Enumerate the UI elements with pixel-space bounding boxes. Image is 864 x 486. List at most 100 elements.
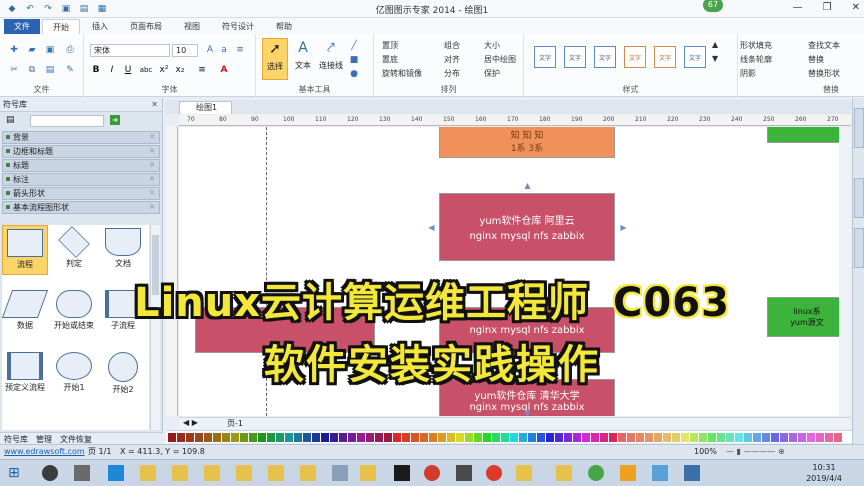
page-tab[interactable]: 页-1 [227, 418, 243, 429]
underline-button[interactable]: U [122, 64, 134, 76]
paste-icon[interactable]: ▤ [44, 64, 56, 76]
italic-button[interactable]: I [106, 64, 118, 76]
color-swatch[interactable] [213, 433, 221, 442]
color-swatch[interactable] [321, 433, 329, 442]
connector-tool-button[interactable]: ⤤ 连接线 [316, 38, 346, 80]
color-swatch[interactable] [492, 433, 500, 442]
color-swatch[interactable] [375, 433, 383, 442]
strikethrough-button[interactable]: abc [138, 64, 154, 76]
color-swatch[interactable] [546, 433, 554, 442]
select-tool-button[interactable]: ➚ 选择 [262, 38, 288, 80]
connection-handle-right[interactable]: ▶ [619, 223, 628, 232]
close-icon[interactable]: ✕ [149, 160, 155, 171]
color-swatch[interactable] [798, 433, 806, 442]
right-dock-tab-3[interactable] [854, 228, 864, 268]
folder4-icon[interactable] [236, 465, 252, 481]
color-swatch[interactable] [294, 433, 302, 442]
category-basic-flowchart[interactable]: 基本流程图形状 ✕ [2, 201, 160, 214]
shape-start-end[interactable]: 开始或结束 [51, 287, 97, 337]
tab-view[interactable]: 视图 [174, 19, 210, 34]
color-swatch[interactable] [438, 433, 446, 442]
search-icon[interactable] [42, 465, 58, 481]
color-swatch[interactable] [600, 433, 608, 442]
rotate-mirror-button[interactable]: 旋转和镜像 [382, 68, 422, 79]
color-swatch[interactable] [249, 433, 257, 442]
folder5-icon[interactable] [268, 465, 284, 481]
app-icon-green[interactable] [588, 465, 604, 481]
color-swatch[interactable] [204, 433, 212, 442]
color-swatch[interactable] [663, 433, 671, 442]
color-swatch[interactable] [339, 433, 347, 442]
font-color-button[interactable]: A [218, 64, 230, 76]
shape-start2[interactable]: 开始2 [100, 349, 146, 399]
color-swatch[interactable] [267, 433, 275, 442]
shape-fill-button[interactable]: 形状填充 [740, 40, 772, 51]
font-size-select[interactable]: 10 [172, 44, 198, 57]
color-swatch[interactable] [519, 433, 527, 442]
color-swatch[interactable] [771, 433, 779, 442]
line-outline-button[interactable]: 线条轮廓 [740, 54, 772, 65]
shape-decision[interactable]: 判定 [51, 225, 97, 275]
copy-icon[interactable]: ⧉ [26, 64, 38, 76]
diagram-box-right[interactable]: linux系 yum源文 [767, 297, 839, 337]
drawing-canvas[interactable]: 知 知 知 1系 3系 ▲ ◀ ▶ yum软件仓库 阿里云 nginx mysq… [179, 127, 839, 416]
color-swatch[interactable] [402, 433, 410, 442]
color-swatch[interactable] [807, 433, 815, 442]
new-icon[interactable]: ▤ [78, 3, 90, 15]
color-swatch[interactable] [195, 433, 203, 442]
color-swatch[interactable] [384, 433, 392, 442]
replace-button[interactable]: 替换 [808, 54, 824, 65]
right-dock-tab-1[interactable] [854, 108, 864, 148]
app-icon-dark[interactable] [456, 465, 472, 481]
new-file-icon[interactable]: ✚ [8, 44, 20, 56]
save-icon[interactable]: ▣ [60, 3, 72, 15]
color-swatch[interactable] [186, 433, 194, 442]
folder9-icon[interactable] [556, 465, 572, 481]
folder7-icon[interactable] [360, 465, 376, 481]
open-icon[interactable]: ▦ [96, 3, 108, 15]
color-swatch[interactable] [834, 433, 842, 442]
close-icon[interactable]: ✕ [149, 146, 155, 157]
bold-button[interactable]: B [90, 64, 102, 76]
color-swatch[interactable] [393, 433, 401, 442]
tab-page-layout[interactable]: 页面布局 [120, 19, 172, 34]
color-swatch[interactable] [420, 433, 428, 442]
scrollbar-thumb[interactable] [152, 235, 159, 295]
protect-button[interactable]: 保护 [484, 68, 500, 79]
library-search-input[interactable] [30, 115, 104, 127]
color-swatch[interactable] [717, 433, 725, 442]
diagram-box-middle[interactable]: nginx mysql nfs zabbix [439, 307, 615, 353]
color-swatch[interactable] [285, 433, 293, 442]
color-swatch[interactable] [627, 433, 635, 442]
folder2-icon[interactable] [172, 465, 188, 481]
style-preset-1[interactable]: 文字 [534, 46, 556, 68]
grow-font-icon[interactable]: A [204, 44, 216, 56]
color-swatch[interactable] [708, 433, 716, 442]
style-scroll-down[interactable]: ▼ [712, 54, 718, 63]
shrink-font-icon[interactable]: a [218, 44, 230, 56]
color-swatch[interactable] [330, 433, 338, 442]
color-swatch[interactable] [483, 433, 491, 442]
color-swatch[interactable] [735, 433, 743, 442]
print-icon[interactable]: ⎙ [64, 44, 76, 56]
tab-help[interactable]: 帮助 [266, 19, 302, 34]
color-swatch[interactable] [789, 433, 797, 442]
color-swatch[interactable] [240, 433, 248, 442]
maximize-button[interactable]: ❐ [823, 2, 832, 13]
app-icon-red[interactable] [424, 465, 440, 481]
color-swatch[interactable] [366, 433, 374, 442]
color-swatch[interactable] [582, 433, 590, 442]
style-scroll-up[interactable]: ▲ [712, 40, 718, 49]
color-swatch[interactable] [465, 433, 473, 442]
close-icon[interactable]: ✕ [149, 132, 155, 143]
tab-insert[interactable]: 插入 [82, 19, 118, 34]
color-swatch[interactable] [681, 433, 689, 442]
app-icon-blue[interactable] [652, 465, 668, 481]
undo-icon[interactable]: ↶ [24, 3, 36, 15]
taskbar-clock[interactable]: 10:31 2019/4/4 [806, 462, 842, 484]
diagram-box-aliyun[interactable]: yum软件仓库 阿里云 nginx mysql nfs zabbix [439, 193, 615, 261]
subscript-button[interactable]: x₂ [174, 64, 186, 76]
category-background[interactable]: 背景 ✕ [2, 131, 160, 144]
group-button[interactable]: 组合 [444, 40, 460, 51]
color-swatch[interactable] [699, 433, 707, 442]
